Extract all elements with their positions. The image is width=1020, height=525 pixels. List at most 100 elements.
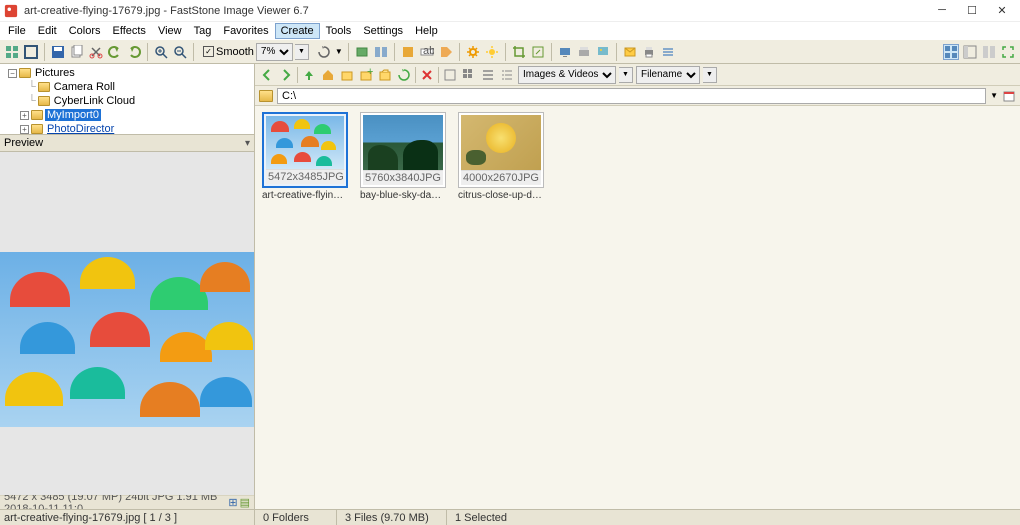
menu-file[interactable]: File	[2, 23, 32, 39]
address-bar: C:\ ▼	[255, 86, 1020, 106]
menu-settings[interactable]: Settings	[357, 23, 409, 39]
delete-icon[interactable]	[419, 67, 435, 83]
preview-image[interactable]	[0, 152, 254, 495]
address-field[interactable]: C:\	[277, 88, 986, 104]
rotate-icon[interactable]	[316, 44, 332, 60]
fullscreen-icon[interactable]	[23, 44, 39, 60]
open-folder-icon[interactable]	[377, 67, 393, 83]
menu-help[interactable]: Help	[409, 23, 444, 39]
menu-effects[interactable]: Effects	[107, 23, 152, 39]
view-dual-icon[interactable]	[981, 44, 997, 60]
gear-icon[interactable]	[465, 44, 481, 60]
undo-icon[interactable]	[107, 44, 123, 60]
tree-item-selected[interactable]: + MyImport0	[2, 108, 252, 122]
folder-icon	[38, 96, 50, 106]
thumbnail-browser-icon[interactable]	[4, 44, 20, 60]
filter-type-dropdown[interactable]: Images & Videos	[518, 66, 616, 84]
minimize-button[interactable]: ─	[936, 4, 948, 17]
titlebar: art-creative-flying-17679.jpg - FastSton…	[0, 0, 1020, 22]
view-full-icon[interactable]	[1000, 44, 1016, 60]
refresh-icon[interactable]	[396, 67, 412, 83]
status-filename: art-creative-flying-17679.jpg [ 1 / 3 ]	[0, 510, 255, 525]
convert-icon[interactable]	[400, 44, 416, 60]
copy-icon[interactable]	[69, 44, 85, 60]
tree-root[interactable]: − Pictures	[2, 66, 252, 80]
redo-icon[interactable]	[126, 44, 142, 60]
print-icon[interactable]	[641, 44, 657, 60]
screen-capture-icon[interactable]	[557, 44, 573, 60]
view-list-icon[interactable]	[480, 67, 496, 83]
sort-dropdown-arrow[interactable]: ▼	[703, 67, 717, 83]
thumb-image	[461, 115, 541, 170]
email-icon[interactable]	[622, 44, 638, 60]
favorites-folder-icon[interactable]	[339, 67, 355, 83]
calendar-icon[interactable]	[1002, 89, 1016, 103]
smooth-dropdown-arrow[interactable]: ▼	[295, 44, 309, 60]
preview-header: Preview ▾	[0, 134, 254, 152]
thumb-image	[363, 115, 443, 170]
info-icon[interactable]: ▤	[240, 496, 250, 509]
smooth-control: ✓ Smooth 7% ▼	[203, 43, 309, 61]
filter-dropdown-arrow[interactable]: ▼	[619, 67, 633, 83]
up-icon[interactable]	[301, 67, 317, 83]
back-icon[interactable]	[259, 67, 275, 83]
collapse-icon[interactable]: −	[8, 69, 17, 78]
menu-tools[interactable]: Tools	[320, 23, 358, 39]
menu-tag[interactable]: Tag	[188, 23, 218, 39]
address-dropdown-icon[interactable]: ▼	[990, 91, 998, 100]
view-small-icon[interactable]	[461, 67, 477, 83]
thumbnail[interactable]: 5760x3840JPG bay-blue-sky-daylig...	[359, 112, 447, 201]
forward-icon[interactable]	[278, 67, 294, 83]
crop-icon[interactable]	[511, 44, 527, 60]
tree-label: MyImport0	[45, 109, 101, 121]
settings-icon[interactable]	[660, 44, 676, 60]
new-folder-icon[interactable]: +	[358, 67, 374, 83]
thumb-caption: citrus-close-up-delic...	[458, 190, 544, 201]
cut-icon[interactable]	[88, 44, 104, 60]
view-large-icon[interactable]	[442, 67, 458, 83]
tree-item[interactable]: └ Camera Roll	[2, 80, 252, 94]
svg-text:ab: ab	[423, 45, 434, 57]
brightness-icon[interactable]	[484, 44, 500, 60]
maximize-button[interactable]: ☐	[966, 4, 978, 17]
tree-label: PhotoDirector	[45, 123, 116, 134]
menu-colors[interactable]: Colors	[63, 23, 107, 39]
zoom-in-icon[interactable]	[153, 44, 169, 60]
preview-collapse-icon[interactable]: ▾	[245, 138, 250, 149]
folder-tree[interactable]: − Pictures └ Camera Roll └ CyberLink Clo…	[0, 64, 254, 134]
save-icon[interactable]	[50, 44, 66, 60]
zoom-out-icon[interactable]	[172, 44, 188, 60]
sort-dropdown[interactable]: Filename	[636, 66, 700, 84]
rename-icon[interactable]: ab	[419, 44, 435, 60]
view-preview-icon[interactable]	[962, 44, 978, 60]
thumb-caption: bay-blue-sky-daylig...	[360, 190, 446, 201]
thumbnail-area[interactable]: 5472x3485JPG art-creative-flying-1... 57…	[255, 106, 1020, 509]
resize-icon[interactable]	[530, 44, 546, 60]
slideshow-icon[interactable]	[354, 44, 370, 60]
menu-favorites[interactable]: Favorites	[217, 23, 274, 39]
compare-icon[interactable]	[373, 44, 389, 60]
thumbnail[interactable]: 4000x2670JPG citrus-close-up-delic...	[457, 112, 545, 201]
smooth-checkbox[interactable]: ✓	[203, 46, 214, 57]
wallpaper-icon[interactable]	[595, 44, 611, 60]
expand-icon[interactable]: +	[20, 111, 29, 120]
menu-view[interactable]: View	[152, 23, 188, 39]
thumbnail-selected[interactable]: 5472x3485JPG art-creative-flying-1...	[261, 112, 349, 201]
home-icon[interactable]	[320, 67, 336, 83]
close-button[interactable]: ✕	[996, 4, 1008, 17]
expand-icon[interactable]: +	[20, 125, 29, 134]
main-toolbar: ✓ Smooth 7% ▼ ▼ ab	[0, 40, 1020, 64]
folder-icon	[259, 90, 273, 102]
tag-icon[interactable]	[438, 44, 454, 60]
histogram-icon[interactable]: ⊞	[228, 496, 237, 509]
tree-item[interactable]: └ CyberLink Cloud	[2, 94, 252, 108]
smooth-dropdown[interactable]: 7%	[256, 43, 293, 61]
tree-item[interactable]: + PhotoDirector	[2, 122, 252, 134]
view-thumbnails-icon[interactable]	[943, 44, 959, 60]
menu-create[interactable]: Create	[275, 23, 320, 39]
tree-label: CyberLink Cloud	[52, 95, 137, 107]
view-details-icon[interactable]	[499, 67, 515, 83]
menubar: File Edit Colors Effects View Tag Favori…	[0, 22, 1020, 40]
menu-edit[interactable]: Edit	[32, 23, 63, 39]
scanner-icon[interactable]	[576, 44, 592, 60]
